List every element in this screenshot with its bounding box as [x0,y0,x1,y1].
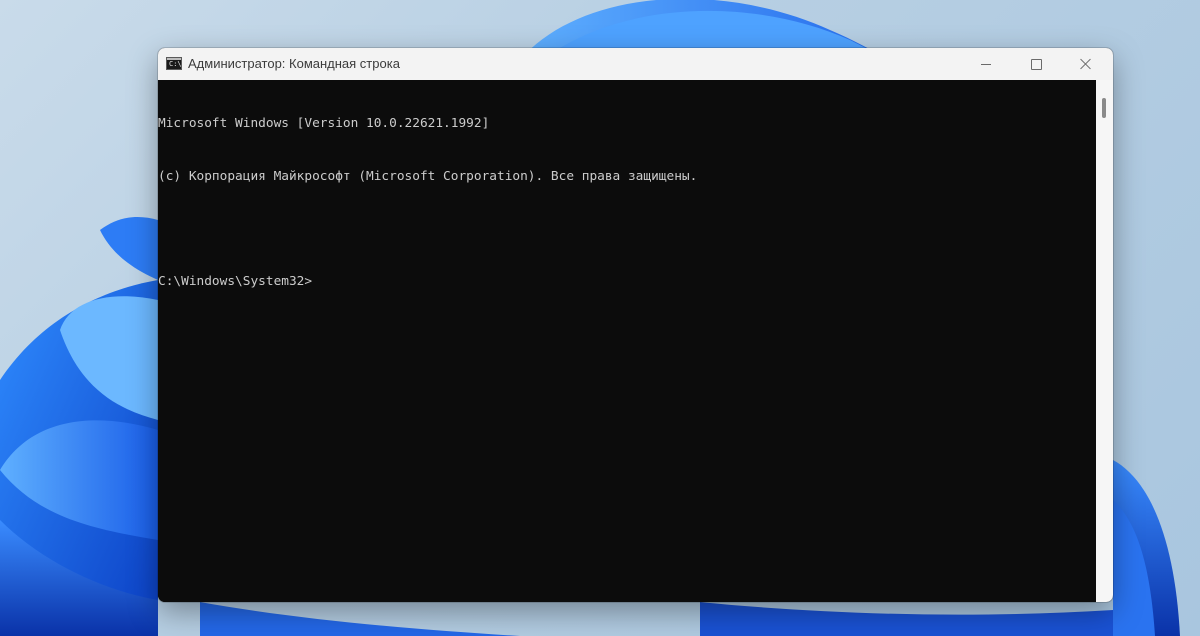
maximize-button[interactable] [1011,48,1061,80]
title-bar[interactable]: C:\ Администратор: Командная строка [158,48,1113,80]
minimize-button[interactable] [961,48,1011,80]
console-prompt[interactable]: C:\Windows\System32> [158,273,1096,291]
cmd-prompt-icon: C:\ [166,57,182,70]
minimize-icon [981,63,991,65]
command-prompt-window[interactable]: C:\ Администратор: Командная строка Micr… [158,48,1113,602]
console-output[interactable]: Microsoft Windows [Version 10.0.22621.19… [158,80,1096,602]
close-icon [1080,58,1092,70]
scrollbar-thumb[interactable] [1102,98,1106,118]
close-button[interactable] [1061,48,1111,80]
console-line-version: Microsoft Windows [Version 10.0.22621.19… [158,116,490,131]
console-line-copyright: (c) Корпорация Майкрософт (Microsoft Cor… [158,168,698,184]
window-title: Администратор: Командная строка [188,56,400,71]
vertical-scrollbar[interactable] [1096,80,1113,602]
maximize-icon [1030,58,1042,70]
